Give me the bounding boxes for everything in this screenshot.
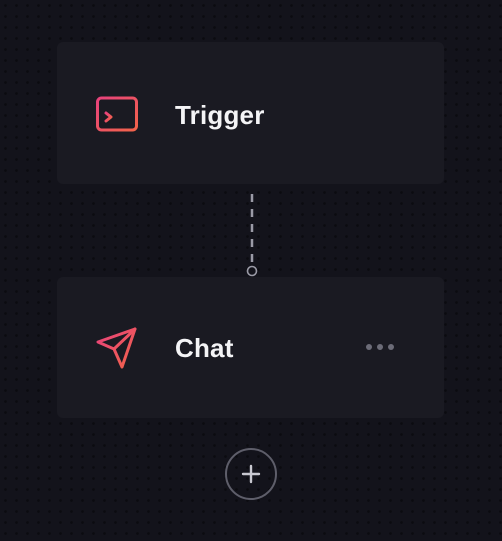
more-horizontal-icon bbox=[366, 344, 372, 350]
node-connector bbox=[246, 194, 258, 277]
chat-node[interactable]: Chat bbox=[57, 277, 444, 418]
trigger-node-label: Trigger bbox=[175, 100, 265, 130]
trigger-node[interactable]: Trigger bbox=[57, 42, 444, 184]
paper-plane-icon bbox=[95, 325, 139, 369]
plus-icon bbox=[241, 464, 261, 484]
add-node-button[interactable] bbox=[225, 448, 277, 500]
more-options-button[interactable] bbox=[360, 339, 400, 355]
workflow-canvas: Trigger Chat bbox=[0, 0, 502, 541]
chat-node-label: Chat bbox=[175, 333, 234, 363]
terminal-window-icon bbox=[95, 92, 139, 136]
